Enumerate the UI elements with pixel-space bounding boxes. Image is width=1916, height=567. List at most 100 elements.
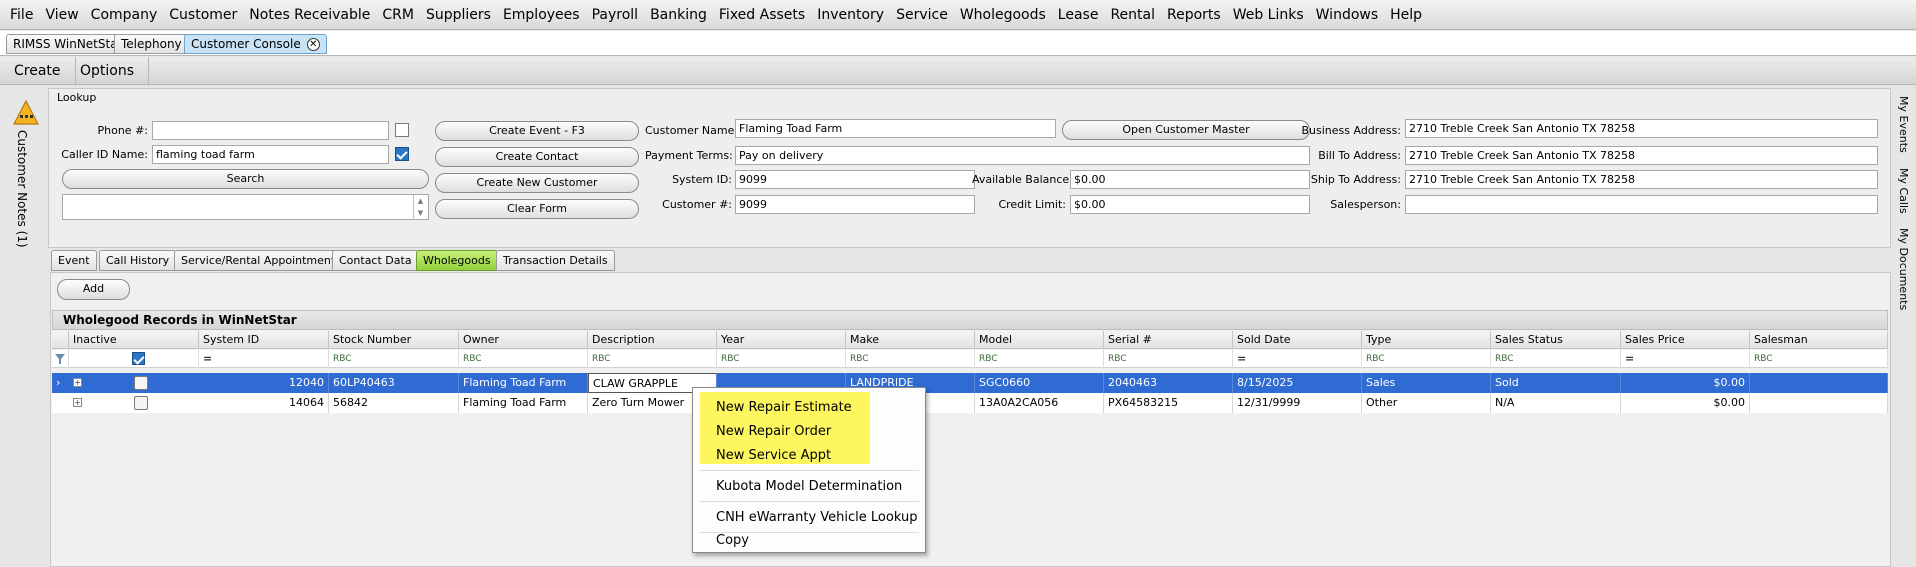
column-sold-date[interactable]: Sold Date [1233, 331, 1362, 349]
search-button[interactable]: Search [62, 169, 429, 189]
salesperson-field[interactable] [1405, 195, 1878, 214]
filter-owner[interactable]: RBC [459, 350, 588, 368]
create-command[interactable]: Create [0, 57, 76, 85]
menu-item-copy[interactable]: Copy [716, 533, 749, 548]
tab-call-history[interactable]: Call History [99, 250, 177, 271]
filter-system-id[interactable]: = [199, 350, 329, 368]
my-events-tab[interactable]: My Events [1897, 96, 1910, 153]
customer-number-field[interactable]: 9099 [735, 195, 975, 214]
column-serial[interactable]: Serial # [1104, 331, 1233, 349]
available-balance-field[interactable]: $0.00 [1070, 170, 1310, 189]
expand-icon[interactable]: + [73, 378, 82, 387]
customer-notes-tab[interactable]: Customer Notes (1) [13, 130, 33, 248]
scroll-down-icon[interactable]: ▼ [414, 207, 427, 219]
column-make[interactable]: Make [846, 331, 975, 349]
warning-icon[interactable] [13, 100, 39, 126]
options-command[interactable]: Options [66, 57, 150, 85]
menu-employees[interactable]: Employees [497, 0, 586, 30]
menu-banking[interactable]: Banking [644, 0, 713, 30]
filter-type[interactable]: RBC [1362, 350, 1491, 368]
ship-to-field[interactable]: 2710 Treble Creek San Antonio TX 78258 [1405, 170, 1878, 189]
tab-wholegoods[interactable]: Wholegoods [416, 250, 498, 271]
table-row[interactable]: › + 12040 60LP40463 Flaming Toad Farm CL… [52, 373, 1888, 393]
payment-terms-field[interactable]: Pay on delivery [735, 146, 1310, 165]
filter-inactive[interactable] [69, 350, 199, 368]
filter-sales-status[interactable]: RBC [1491, 350, 1621, 368]
menu-crm[interactable]: CRM [376, 0, 420, 30]
filter-sales-price[interactable]: = [1621, 350, 1750, 368]
bill-to-field[interactable]: 2710 Treble Creek San Antonio TX 78258 [1405, 146, 1878, 165]
filter-inactive-checkbox[interactable] [132, 352, 145, 365]
table-row[interactable]: + 14064 56842 Flaming Toad Farm Zero Tur… [52, 393, 1888, 413]
filter-stock-number[interactable]: RBC [329, 350, 459, 368]
filter-sold-date[interactable]: = [1233, 350, 1362, 368]
menu-item-cnh-ewarranty-lookup[interactable]: CNH eWarranty Vehicle Lookup [716, 510, 917, 525]
filter-icon[interactable] [52, 350, 69, 368]
menu-customer[interactable]: Customer [163, 0, 243, 30]
tab-rimss-winnetstar[interactable]: RIMSS WinNetStar [6, 34, 130, 54]
menu-help[interactable]: Help [1384, 0, 1428, 30]
caller-id-input[interactable]: flaming toad farm [152, 145, 389, 164]
my-calls-tab[interactable]: My Calls [1897, 168, 1910, 214]
phone-input[interactable] [152, 121, 389, 140]
caller-id-checkbox[interactable] [395, 147, 409, 161]
menu-service[interactable]: Service [890, 0, 954, 30]
create-contact-button[interactable]: Create Contact [435, 147, 639, 167]
tab-customer-console[interactable]: Customer Console ✕ [184, 34, 327, 54]
menu-windows[interactable]: Windows [1310, 0, 1385, 30]
business-address-field[interactable]: 2710 Treble Creek San Antonio TX 78258 [1405, 119, 1878, 138]
menu-web-links[interactable]: Web Links [1227, 0, 1310, 30]
add-button[interactable]: Add [57, 279, 130, 300]
column-year[interactable]: Year [717, 331, 846, 349]
credit-limit-field[interactable]: $0.00 [1070, 195, 1310, 214]
create-new-customer-button[interactable]: Create New Customer [435, 173, 639, 193]
menu-lease[interactable]: Lease [1052, 0, 1105, 30]
column-sales-status[interactable]: Sales Status [1491, 331, 1621, 349]
column-description[interactable]: Description [588, 331, 717, 349]
column-sales-price[interactable]: Sales Price [1621, 331, 1750, 349]
menu-inventory[interactable]: Inventory [811, 0, 890, 30]
menu-item-new-repair-order[interactable]: New Repair Order [716, 424, 831, 439]
tab-event[interactable]: Event [51, 250, 97, 271]
open-customer-master-button[interactable]: Open Customer Master [1062, 120, 1310, 140]
customer-name-field[interactable]: Flaming Toad Farm [735, 119, 1056, 138]
column-owner[interactable]: Owner [459, 331, 588, 349]
filter-model[interactable]: RBC [975, 350, 1104, 368]
menu-item-new-repair-estimate[interactable]: New Repair Estimate [716, 400, 852, 415]
menu-company[interactable]: Company [85, 0, 164, 30]
close-icon[interactable]: ✕ [306, 38, 320, 51]
tab-contact-data[interactable]: Contact Data [332, 250, 419, 271]
filter-serial[interactable]: RBC [1104, 350, 1233, 368]
menu-view[interactable]: View [39, 0, 84, 30]
filter-salesman[interactable]: RBC [1750, 350, 1888, 368]
scroll-up-icon[interactable]: ▲ [414, 195, 427, 207]
column-stock-number[interactable]: Stock Number [329, 331, 459, 349]
column-type[interactable]: Type [1362, 331, 1491, 349]
expand-icon[interactable]: + [73, 398, 82, 407]
tab-telephony[interactable]: Telephony [114, 34, 189, 54]
menu-rental[interactable]: Rental [1104, 0, 1161, 30]
menu-suppliers[interactable]: Suppliers [420, 0, 497, 30]
filter-description[interactable]: RBC [588, 350, 717, 368]
results-scrollbar[interactable]: ▲ ▼ [413, 195, 427, 220]
create-event-button[interactable]: Create Event - F3 [435, 121, 639, 141]
search-results-box[interactable] [62, 194, 429, 220]
menu-item-kubota-model-determination[interactable]: Kubota Model Determination [716, 479, 902, 494]
inactive-checkbox[interactable] [134, 376, 148, 390]
clear-form-button[interactable]: Clear Form [435, 199, 639, 219]
filter-make[interactable]: RBC [846, 350, 975, 368]
tab-transaction-details[interactable]: Transaction Details [496, 250, 615, 271]
column-model[interactable]: Model [975, 331, 1104, 349]
my-documents-tab[interactable]: My Documents [1897, 228, 1910, 310]
menu-file[interactable]: File [4, 0, 39, 30]
phone-checkbox[interactable] [395, 123, 409, 137]
column-salesman[interactable]: Salesman [1750, 331, 1888, 349]
menu-item-new-service-appt[interactable]: New Service Appt [716, 448, 831, 463]
menu-notes-receivable[interactable]: Notes Receivable [243, 0, 376, 30]
column-system-id[interactable]: System ID [199, 331, 329, 349]
column-inactive[interactable]: Inactive [69, 331, 199, 349]
menu-fixed-assets[interactable]: Fixed Assets [713, 0, 811, 30]
tab-service-rental-appointments[interactable]: Service/Rental Appointments [174, 250, 348, 271]
menu-reports[interactable]: Reports [1161, 0, 1227, 30]
filter-year[interactable]: RBC [717, 350, 846, 368]
